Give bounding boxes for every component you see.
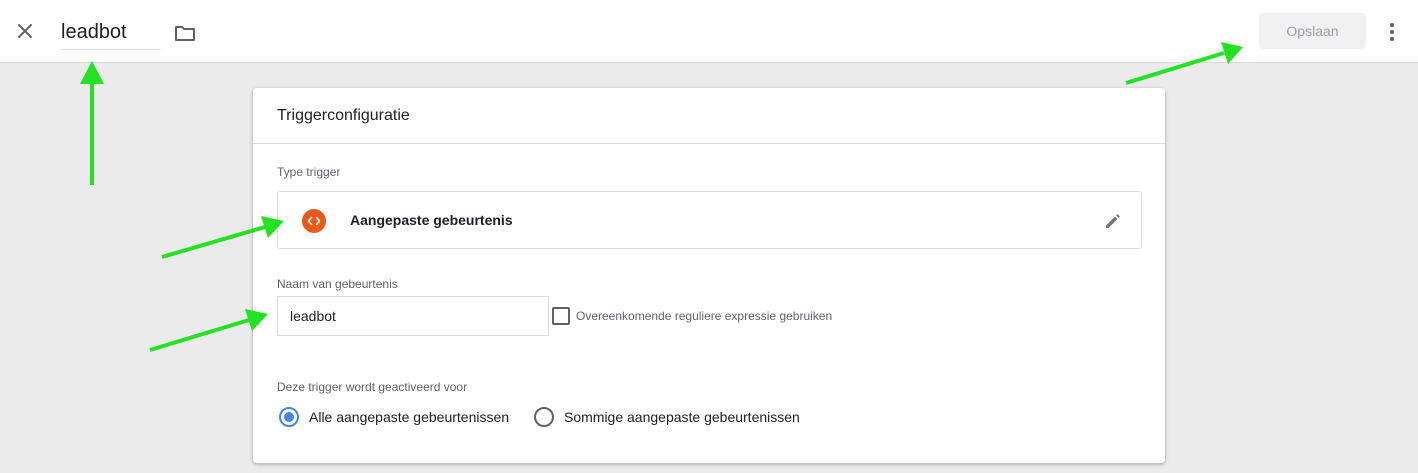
folder-button[interactable] bbox=[172, 20, 198, 46]
trigger-config-card: Triggerconfiguratie Type trigger Aangepa… bbox=[253, 88, 1165, 463]
regex-checkbox[interactable] bbox=[552, 307, 570, 325]
event-name-input[interactable] bbox=[277, 296, 549, 336]
arrow-to-event-name bbox=[149, 309, 268, 352]
close-icon bbox=[18, 24, 32, 38]
regex-checkbox-label[interactable]: Overeenkomende reguliere expressie gebru… bbox=[576, 309, 832, 323]
arrow-to-title bbox=[80, 61, 104, 185]
trigger-type-label: Type trigger bbox=[277, 165, 341, 179]
folder-icon bbox=[175, 26, 195, 41]
radio-all-events-label[interactable]: Alle aangepaste gebeurtenissen bbox=[309, 409, 509, 425]
trigger-type-selector[interactable]: Aangepaste gebeurtenis bbox=[277, 191, 1142, 249]
card-title: Triggerconfiguratie bbox=[253, 88, 1165, 144]
code-icon bbox=[302, 209, 326, 233]
save-button[interactable]: Opslaan bbox=[1259, 13, 1366, 49]
radio-some-events[interactable] bbox=[534, 407, 554, 427]
pencil-icon[interactable] bbox=[1101, 209, 1125, 233]
more-vert-icon bbox=[1390, 23, 1394, 41]
trigger-type-name: Aangepaste gebeurtenis bbox=[350, 212, 513, 228]
close-button[interactable] bbox=[12, 18, 38, 44]
trigger-name-field[interactable]: leadbot bbox=[61, 14, 161, 50]
trigger-title: leadbot bbox=[61, 21, 127, 43]
fires-on-label: Deze trigger wordt geactiveerd voor bbox=[277, 380, 468, 394]
radio-all-events[interactable] bbox=[279, 407, 299, 427]
more-options-button[interactable] bbox=[1380, 18, 1404, 46]
event-name-label: Naam van gebeurtenis bbox=[277, 277, 398, 291]
radio-some-events-label[interactable]: Sommige aangepaste gebeurtenissen bbox=[564, 409, 800, 425]
top-bar: leadbot Opslaan bbox=[0, 0, 1418, 63]
